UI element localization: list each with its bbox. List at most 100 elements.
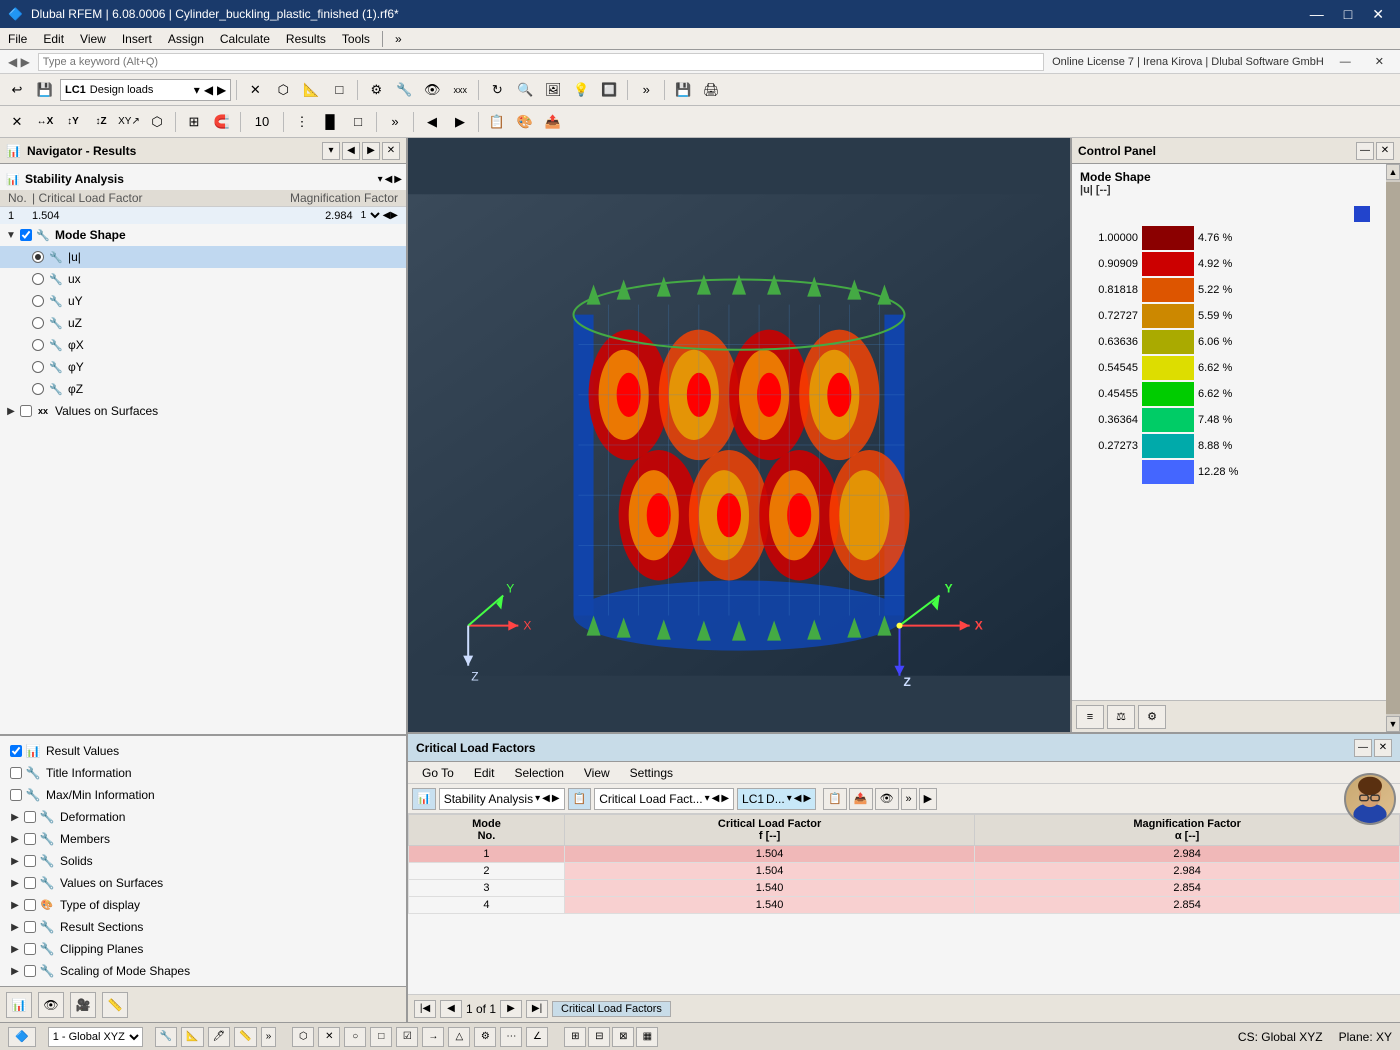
sb-btn2[interactable]: 📐: [181, 1027, 203, 1047]
nav-dropdown-btn[interactable]: ▾: [322, 142, 340, 160]
bp-tb-action2[interactable]: 📤: [849, 788, 873, 810]
tb-back-btn[interactable]: ↩: [4, 78, 30, 102]
tb-cursor-btn[interactable]: ✕: [242, 78, 268, 102]
mode-phiz-item[interactable]: 🔧 φZ: [0, 378, 406, 400]
tb-surface-btn[interactable]: □: [326, 78, 352, 102]
cp-scroll-up[interactable]: ▲: [1386, 164, 1400, 180]
sb-icon-btn[interactable]: 🔷: [8, 1027, 36, 1047]
vos-checkbox[interactable]: [20, 405, 32, 417]
bf-last-btn[interactable]: ▶|: [526, 1000, 548, 1018]
nav-close-btn[interactable]: ✕: [382, 142, 400, 160]
bp-clf-dropdown[interactable]: ▾: [705, 793, 710, 804]
cp-scroll-thumb[interactable]: [1386, 182, 1400, 714]
mode-u-item[interactable]: 🔧 |u|: [0, 246, 406, 268]
nb-type-display[interactable]: ▶ 🎨 Type of display: [0, 894, 406, 916]
bp-clf-next[interactable]: ▶: [721, 793, 729, 804]
nb-deformation[interactable]: ▶ 🔧 Deformation: [0, 806, 406, 828]
menu-insert[interactable]: Insert: [114, 30, 160, 48]
tb2-cursor-btn[interactable]: ✕: [4, 110, 30, 134]
table-row[interactable]: 1 1.504 2.984: [409, 846, 1400, 863]
sb-more[interactable]: »: [261, 1027, 277, 1047]
values-on-surfaces-item[interactable]: ▶ xx Values on Surfaces: [0, 400, 406, 422]
tb2-next-btn[interactable]: ▶: [447, 110, 473, 134]
menu-results[interactable]: Results: [278, 30, 334, 48]
tb2-render2-btn[interactable]: 🎨: [512, 110, 538, 134]
bp-sa-next[interactable]: ▶: [552, 793, 560, 804]
bp-close-btn[interactable]: ✕: [1374, 739, 1392, 757]
bp-menu-view[interactable]: View: [574, 764, 620, 782]
sb-check-btn[interactable]: ☑: [396, 1027, 418, 1047]
stability-analysis-item[interactable]: 📊 Stability Analysis ▾ ◀ ▶: [0, 168, 406, 190]
bf-first-btn[interactable]: |◀: [414, 1000, 436, 1018]
mode-uy-item[interactable]: 🔧 uY: [0, 290, 406, 312]
sb-grid4[interactable]: ▦: [636, 1027, 658, 1047]
nb-scaling[interactable]: ▶ 🔧 Scaling of Mode Shapes: [0, 960, 406, 982]
sc-checkbox[interactable]: [24, 965, 36, 977]
tb2-display-btn[interactable]: 📋: [484, 110, 510, 134]
sb-grid3[interactable]: ⊠: [612, 1027, 634, 1047]
bp-sa-dropdown[interactable]: ▾: [535, 793, 540, 804]
sa-dropdown-btn[interactable]: ▾: [378, 174, 383, 185]
tb2-shape-btn[interactable]: ⬡: [144, 110, 170, 134]
bp-tb-right-arrow[interactable]: ▶: [919, 788, 937, 810]
nb-result-values[interactable]: 📊 Result Values: [0, 740, 406, 762]
nf-btn4[interactable]: 📏: [102, 992, 128, 1018]
lc-next-btn[interactable]: ▶: [217, 83, 226, 97]
mem-checkbox[interactable]: [24, 833, 36, 845]
bp-lc-next[interactable]: ▶: [803, 793, 811, 804]
mode-phix-item[interactable]: 🔧 φX: [0, 334, 406, 356]
nb-members[interactable]: ▶ 🔧 Members: [0, 828, 406, 850]
sb-btn4[interactable]: 📏: [234, 1027, 256, 1047]
tb-display1-btn[interactable]: ⚙: [363, 78, 389, 102]
tb-3d-btn[interactable]: 🔲: [596, 78, 622, 102]
maximize-button[interactable]: □: [1336, 4, 1360, 25]
bp-menu-selection[interactable]: Selection: [505, 764, 574, 782]
tb-fwd-btn[interactable]: 💾: [32, 78, 58, 102]
clf-r1-prev[interactable]: ◀: [383, 210, 391, 221]
sa-prev-btn[interactable]: ◀: [385, 174, 393, 185]
bp-lc-prev[interactable]: ◀: [794, 793, 802, 804]
tb2-num-btn[interactable]: 10: [246, 110, 278, 134]
tb-print-btn[interactable]: 🖨: [698, 78, 724, 102]
tb2-xy-btn[interactable]: XY↗: [116, 110, 142, 134]
cp2-checkbox[interactable]: [24, 943, 36, 955]
table-row[interactable]: 2 1.504 2.984: [409, 863, 1400, 880]
sb-cross-btn[interactable]: ✕: [318, 1027, 340, 1047]
nav-prev-btn[interactable]: ◀: [342, 142, 360, 160]
tb-member-btn[interactable]: 📐: [298, 78, 324, 102]
tb2-snap-btn[interactable]: 🧲: [209, 110, 235, 134]
mode-ux-item[interactable]: 🔧 ux: [0, 268, 406, 290]
bf-next-btn[interactable]: ▶: [500, 1000, 522, 1018]
sb-tri-btn[interactable]: △: [448, 1027, 470, 1047]
bp-tb-action1[interactable]: 📋: [823, 788, 847, 810]
minimize-button[interactable]: —: [1302, 4, 1332, 25]
menu-file[interactable]: File: [0, 30, 35, 48]
menu-view[interactable]: View: [72, 30, 114, 48]
mode-phiy-item[interactable]: 🔧 φY: [0, 356, 406, 378]
bp-tb-more[interactable]: »: [901, 788, 917, 810]
table-row[interactable]: 3 1.540 2.854: [409, 880, 1400, 897]
mm-checkbox[interactable]: [10, 789, 22, 801]
tod-checkbox[interactable]: [24, 899, 36, 911]
nf-btn3[interactable]: 🎥: [70, 992, 96, 1018]
bp-lc-dropdown[interactable]: ▾: [787, 793, 792, 804]
sb-circle-btn[interactable]: ○: [344, 1027, 366, 1047]
bp-sa-prev[interactable]: ◀: [542, 793, 550, 804]
tb-more1-btn[interactable]: »: [633, 78, 659, 102]
tb2-wire-btn[interactable]: □: [345, 110, 371, 134]
clf-r1-next[interactable]: ▶: [390, 210, 398, 221]
menu-tools[interactable]: Tools: [334, 30, 378, 48]
clf-row-1[interactable]: 1 1.504 2.984 1 2 ◀ ▶: [0, 207, 406, 224]
tb2-grid-btn[interactable]: ⊞: [181, 110, 207, 134]
menu-assign[interactable]: Assign: [160, 30, 212, 48]
sb-angle-btn[interactable]: ∠: [526, 1027, 548, 1047]
tb2-z-btn[interactable]: ↕Z: [88, 110, 114, 134]
lc-prev-btn[interactable]: ◀: [204, 83, 213, 97]
menu-calculate[interactable]: Calculate: [212, 30, 278, 48]
nb-solids[interactable]: ▶ 🔧 Solids: [0, 850, 406, 872]
nf-btn2[interactable]: 👁: [38, 992, 64, 1018]
nb-result-sections[interactable]: ▶ 🔧 Result Sections: [0, 916, 406, 938]
bp-menu-goto[interactable]: Go To: [412, 764, 464, 782]
rv-checkbox[interactable]: [10, 745, 22, 757]
sb-btn1[interactable]: 🔧: [155, 1027, 177, 1047]
